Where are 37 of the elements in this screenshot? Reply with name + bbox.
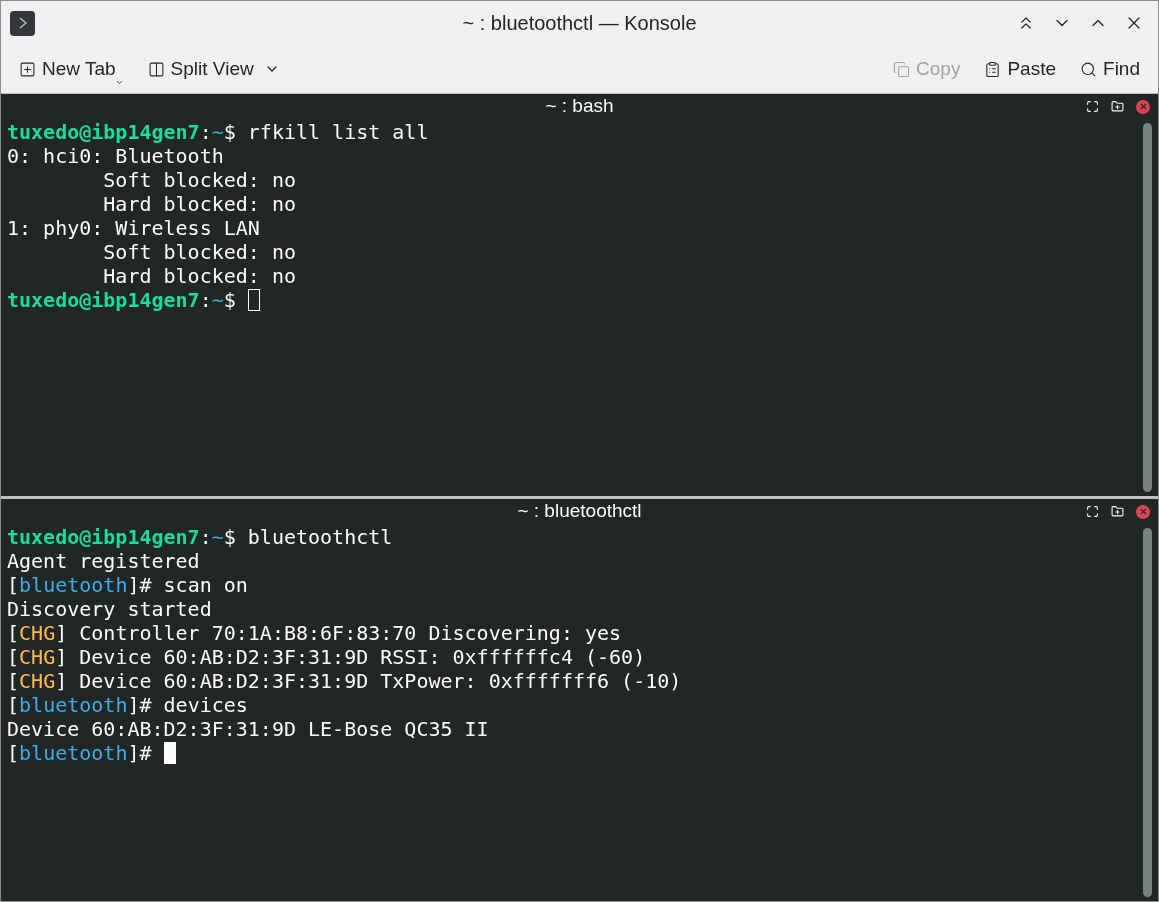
terminal-line: Device 60:AB:D2:3F:31:9D LE-Bose QC35 II [7,717,489,741]
paste-button[interactable]: Paste [976,50,1065,88]
scrollbar[interactable] [1143,123,1152,492]
terminal-line: Discovery started [7,597,212,621]
terminal-line: Soft blocked: no [102,168,296,192]
terminal-line: Hard blocked: no [102,264,296,288]
terminal-line: tuxedo@ibp14gen7:~$ [7,288,237,312]
copy-icon [893,60,911,78]
new-tab-button[interactable]: New Tab [11,50,124,88]
terminal-line: [bluetooth]# scan on [7,573,248,597]
terminal-line: [bluetooth]# [7,741,153,765]
maximize-icon[interactable] [1086,100,1099,113]
maximize-icon[interactable] [1086,505,1099,518]
window-title: ~ : bluetoothctl — Konsole [462,11,697,36]
pane-title: ~ : bash [545,94,614,119]
split-view-button[interactable]: Split View [139,50,288,88]
new-tab-icon [19,60,36,78]
terminal-line: tuxedo@ibp14gen7:~$ rfkill list all [7,120,429,144]
terminal-line: [CHG] Device 60:AB:D2:3F:31:9D RSSI: 0xffffffc4 (-60) [7,645,646,669]
pane-title: ~ : bluetoothctl [517,499,642,524]
terminal-line: 0: hci0: Bluetooth [7,144,224,168]
terminal-line: Soft blocked: no [102,240,296,264]
terminal-line: [CHG] Controller 70:1A:B8:6F:83:70 Discovering: yes [7,621,622,645]
terminal-line: Hard blocked: no [102,192,296,216]
terminal-line: 1: phy0: Wireless LAN [7,216,260,240]
terminal-line: Agent registered [7,549,200,573]
paste-icon [984,60,1002,78]
new-folder-icon[interactable] [1111,100,1124,113]
split-view-icon [147,60,165,78]
find-button[interactable]: Find [1072,50,1148,88]
terminal-line: [bluetooth]# devices [7,693,248,717]
terminal-line: [CHG] Device 60:AB:D2:3F:31:9D TxPower: 0xfffffff6 (-10) [7,669,682,693]
find-icon [1080,60,1098,78]
scrollbar[interactable] [1143,528,1152,897]
terminal-line: tuxedo@ibp14gen7:~$ bluetoothctl [7,525,393,549]
new-folder-icon[interactable] [1111,505,1124,518]
app-icon[interactable] [10,10,35,36]
